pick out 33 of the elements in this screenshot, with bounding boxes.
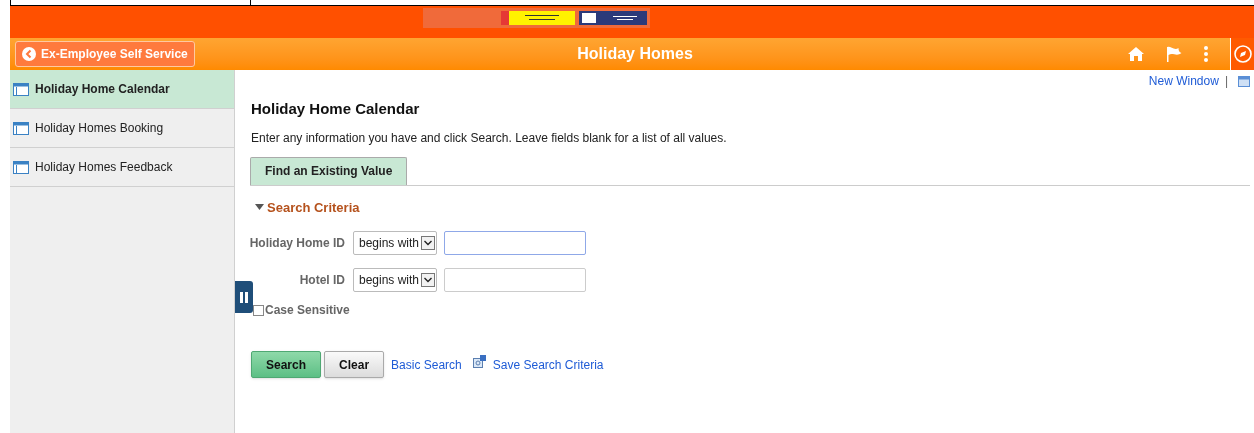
instructions-text: Enter any information you have and click Search. Leave fields blank for a list of all values. bbox=[251, 129, 728, 147]
page-icon bbox=[13, 121, 29, 135]
separator: | bbox=[1224, 73, 1228, 90]
page-icon bbox=[13, 82, 29, 96]
sidebar-item[interactable]: Holiday Home Calendar bbox=[10, 70, 234, 109]
link[interactable]: Basic Search bbox=[391, 355, 462, 374]
search-button[interactable]: Search bbox=[251, 351, 322, 378]
tab[interactable]: Find an Existing Value bbox=[250, 156, 408, 185]
link[interactable]: Save Search Criteria bbox=[492, 355, 604, 374]
collapse-handle[interactable] bbox=[235, 281, 253, 313]
operator-dropdown[interactable]: begins with bbox=[353, 231, 437, 255]
operator-dropdown[interactable]: begins with bbox=[353, 268, 437, 292]
field-label: Holiday Home ID bbox=[248, 235, 345, 252]
compass-icon[interactable] bbox=[1233, 45, 1252, 63]
text-field[interactable] bbox=[444, 268, 586, 292]
new-window-link[interactable]: New Window bbox=[1148, 72, 1219, 90]
text-field[interactable] bbox=[444, 231, 586, 255]
clear-button[interactable]: Clear bbox=[324, 351, 385, 378]
more-options-icon[interactable] bbox=[1204, 46, 1208, 62]
pause-icon bbox=[240, 291, 248, 303]
save-criteria-icon bbox=[472, 355, 486, 368]
page-icon bbox=[13, 160, 29, 174]
section-heading[interactable]: Search Criteria bbox=[267, 197, 360, 217]
field-label: Hotel ID bbox=[298, 272, 345, 289]
checkbox-label: Case Sensitive bbox=[265, 302, 350, 319]
grid-icon[interactable] bbox=[1238, 75, 1250, 87]
home-icon[interactable] bbox=[1127, 46, 1145, 62]
checkbox[interactable] bbox=[253, 304, 264, 316]
flag-icon[interactable] bbox=[1165, 45, 1182, 63]
collapse-caret-icon[interactable] bbox=[255, 204, 264, 211]
page-header-title: Holiday Homes bbox=[576, 44, 694, 64]
back-icon bbox=[22, 47, 36, 61]
page-title: Holiday Home Calendar bbox=[251, 99, 421, 119]
